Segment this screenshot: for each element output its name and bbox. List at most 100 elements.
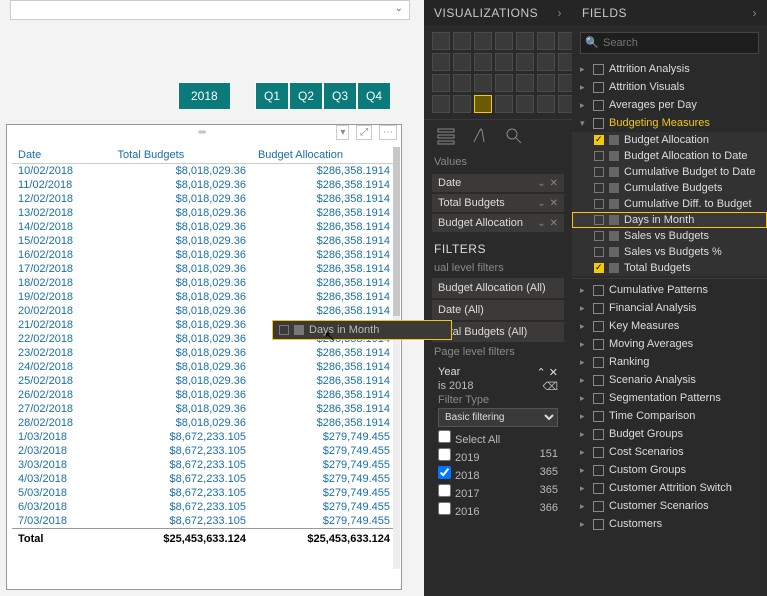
viz-type-icon[interactable] [453,53,471,71]
quarter-button[interactable]: Q3 [323,82,357,110]
field-item[interactable]: Cumulative Diff. to Budget [572,196,767,212]
viz-type-icon[interactable] [474,32,492,50]
table-group[interactable]: ▸Time Comparison [572,407,767,425]
field-item[interactable]: Cumulative Budgets [572,180,767,196]
viz-type-icon[interactable] [516,32,534,50]
top-dropdown-slicer[interactable]: ⌄ [10,0,410,20]
field-item[interactable]: Sales vs Budgets % [572,244,767,260]
column-header[interactable]: Total Budgets [112,147,252,164]
field-item[interactable]: Sales vs Budgets [572,228,767,244]
field-checkbox[interactable] [594,215,604,225]
field-item[interactable]: Days in Month [572,212,767,228]
viz-type-icon[interactable] [474,95,492,113]
viz-type-icon[interactable] [432,95,450,113]
eraser-icon[interactable]: ⌫ [542,380,558,393]
viz-type-icon[interactable] [432,74,450,92]
close-icon[interactable]: ✕ [550,178,558,189]
viz-type-icon[interactable] [495,53,513,71]
table-group[interactable]: ▸Ranking [572,353,767,371]
field-checkbox[interactable] [594,199,604,209]
field-checkbox[interactable] [594,247,604,257]
viz-type-icon[interactable] [516,95,534,113]
field-checkbox[interactable] [594,263,604,273]
viz-type-icon[interactable] [537,53,555,71]
table-group[interactable]: ▸Custom Groups [572,461,767,479]
viz-type-icon[interactable] [474,53,492,71]
field-well[interactable]: Date⌄✕ [432,174,564,192]
viz-type-icon[interactable] [537,74,555,92]
viz-type-icon[interactable] [453,74,471,92]
focus-icon[interactable]: ⤢ [356,125,372,140]
quarter-slicer[interactable]: Q1Q2Q3Q4 [255,82,391,110]
viz-type-icon[interactable] [516,74,534,92]
quarter-button[interactable]: Q4 [357,82,391,110]
table-group[interactable]: ▾Budgeting Measures [572,114,767,132]
table-group[interactable]: ▸Customers [572,515,767,533]
viz-type-icon[interactable] [432,53,450,71]
visual-header-icons[interactable]: ▾ ⤢ ⋯ [332,127,397,138]
filter-value-row[interactable]: 2019151 [438,447,558,465]
search-input[interactable] [580,32,759,54]
year-slicer[interactable]: 2018 [178,82,231,110]
viz-type-icon[interactable] [453,32,471,50]
close-icon[interactable]: ✕ [550,218,558,229]
report-canvas[interactable]: ⌄ 2018 Q1Q2Q3Q4 ═ ▾ ⤢ ⋯ DateTotal Budget… [0,0,424,596]
filter-value-checkbox[interactable] [438,502,451,515]
table-group[interactable]: ▸Cost Scenarios [572,443,767,461]
filter-value-checkbox[interactable] [438,484,451,497]
select-all-checkbox[interactable] [438,430,451,443]
fields-search[interactable]: 🔍 [580,32,759,54]
table-group[interactable]: ▸Key Measures [572,317,767,335]
chevron-down-icon[interactable]: ⌄ [537,218,545,229]
year-button[interactable]: 2018 [178,82,231,110]
filter-value-row[interactable]: 2016366 [438,501,558,519]
viz-pane-header[interactable]: VISUALIZATIONS › [424,0,572,26]
chevron-right-icon[interactable]: › [753,6,758,20]
filter-value-row[interactable]: 2018365 [438,465,558,483]
column-header[interactable]: Budget Allocation [252,147,396,164]
close-icon[interactable]: ✕ [549,367,558,379]
table-group[interactable]: ▸Segmentation Patterns [572,389,767,407]
grip-icon[interactable]: ═ [198,127,209,138]
viz-type-icon[interactable] [516,53,534,71]
field-item[interactable]: Budget Allocation [572,132,767,148]
table-group[interactable]: ▸Moving Averages [572,335,767,353]
format-tool-icon[interactable] [470,126,490,146]
column-header[interactable]: Date [12,147,112,164]
field-checkbox[interactable] [594,135,604,145]
table-group[interactable]: ▸Averages per Day [572,96,767,114]
viz-type-icon[interactable] [495,32,513,50]
filter-value-row[interactable]: 2017365 [438,483,558,501]
viz-type-icon[interactable] [432,32,450,50]
viz-type-icon[interactable] [537,95,555,113]
collapse-icon[interactable]: ⌃ [537,367,546,379]
field-checkbox[interactable] [594,167,604,177]
visual-filter-item[interactable]: Budget Allocation (All) [432,278,564,298]
quarter-button[interactable]: Q2 [289,82,323,110]
field-checkbox[interactable] [594,231,604,241]
table-group[interactable]: ▸Attrition Visuals [572,78,767,96]
chevron-down-icon[interactable]: ⌄ [537,198,545,209]
field-well[interactable]: Total Budgets⌄✕ [432,194,564,212]
quarter-button[interactable]: Q1 [255,82,289,110]
filter-value-checkbox[interactable] [438,448,451,461]
close-icon[interactable]: ✕ [550,198,558,209]
filter-value-checkbox[interactable] [438,466,451,479]
viz-type-icon[interactable] [537,32,555,50]
analytics-tool-icon[interactable] [504,126,524,146]
table-group[interactable]: ▸Financial Analysis [572,299,767,317]
table-group[interactable]: ▸Cumulative Patterns [572,281,767,299]
table-group[interactable]: ▸Attrition Analysis [572,60,767,78]
field-item[interactable]: Total Budgets [572,260,767,276]
more-icon[interactable]: ⋯ [379,125,397,140]
filter-icon[interactable]: ▾ [336,125,349,140]
viz-type-icon[interactable] [453,95,471,113]
fields-pane-header[interactable]: FIELDS › [572,0,767,26]
field-item[interactable]: Cumulative Budget to Date [572,164,767,180]
viz-type-icon[interactable] [474,74,492,92]
field-item[interactable]: Budget Allocation to Date [572,148,767,164]
table-group[interactable]: ▸Customer Scenarios [572,497,767,515]
field-well[interactable]: Budget Allocation⌄✕ [432,214,564,232]
chevron-down-icon[interactable]: ⌄ [537,178,545,189]
year-filter-card[interactable]: Year ⌃ ✕ is 2018⌫ Filter Type Basic filt… [432,362,564,523]
